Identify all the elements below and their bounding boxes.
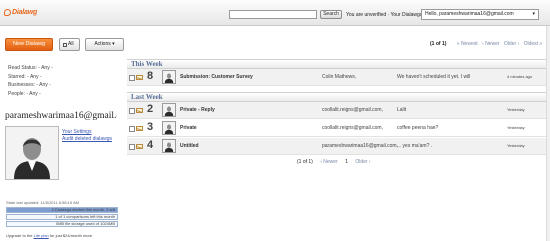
- message-subject[interactable]: Submission: Customer Survey: [180, 74, 253, 80]
- message-time: Yesterday: [507, 125, 525, 130]
- pager-range: (1 of 1): [297, 159, 313, 165]
- usage-bar: 1 of 1 comparisons left this month: [6, 214, 118, 220]
- newest-link[interactable]: « Newest: [457, 41, 478, 47]
- message-preview: coffee peena hae?: [397, 125, 439, 131]
- row-checkbox[interactable]: [129, 108, 135, 114]
- user-silhouette-icon: [164, 106, 174, 116]
- message-subject[interactable]: Untitled: [180, 143, 199, 149]
- user-silhouette-icon: [6, 127, 58, 179]
- upgrade-note: Upgrade to the Lite plan for just $24/mo…: [6, 233, 92, 238]
- row-avatar: [162, 121, 176, 135]
- user-silhouette-icon: [164, 124, 174, 134]
- row-avatar: [162, 70, 176, 84]
- current-page[interactable]: 1: [345, 159, 348, 165]
- your-settings-link[interactable]: Your Settings: [62, 129, 112, 136]
- top-header: Dialawg Search You are unverified · Your…: [0, 0, 550, 26]
- unverified-link[interactable]: You are unverified · Your Dialawgs: [346, 12, 422, 18]
- sidebar-links: Your Settings Audit deleted dialawgs: [62, 129, 112, 143]
- message-time: Yesterday: [507, 107, 525, 112]
- row-avatar: [162, 139, 176, 153]
- upgrade-prefix: Upgrade to the: [6, 233, 34, 238]
- message-row[interactable]: 3 Private coollalit.reigns@gmail.com, co…: [127, 120, 546, 137]
- row-avatar: [162, 103, 176, 117]
- pager-bottom: (1 of 1) ‹ Newer 1 Older ›: [297, 159, 377, 165]
- all-button[interactable]: All: [59, 38, 80, 51]
- actions-button[interactable]: Actions ▾: [85, 38, 124, 51]
- older-link[interactable]: Older ›: [504, 41, 519, 47]
- filters-panel: Read Status: - Any - Starred: - Any - Bu…: [8, 64, 53, 98]
- group-header-this-week: This Week: [127, 59, 546, 69]
- oldest-link[interactable]: Oldest »: [524, 41, 543, 47]
- usage-bar-label: 2 Dialawgs started this month. 5 left: [51, 207, 115, 212]
- usage-bar: 0MB file storage used of 1024MB: [6, 221, 118, 227]
- page-scrollbar[interactable]: [546, 26, 550, 241]
- logo-text: Dialawg: [12, 9, 38, 16]
- state-last-updated: State last updated: 11/5/2011 6:58:15 AM: [6, 200, 80, 205]
- message-subject[interactable]: Private: [180, 125, 197, 131]
- lite-plan-link[interactable]: Lite plan: [34, 233, 49, 238]
- message-subject[interactable]: Private - Reply: [180, 107, 215, 113]
- message-preview: ... yes ma'am? .: [397, 143, 433, 149]
- message-from: parameshwarimaa16@gmail.com,: [322, 143, 398, 149]
- usage-bars: 2 Dialawgs started this month. 5 left 1 …: [6, 207, 118, 228]
- row-checkbox[interactable]: [129, 75, 135, 81]
- new-dialawg-button[interactable]: New Dialawg: [5, 38, 53, 51]
- message-preview: We haven't scheduled it yet. I will: [397, 74, 471, 80]
- speech-bubble-icon: [4, 9, 11, 16]
- avatar: [5, 126, 59, 180]
- newer-link[interactable]: ‹ Newer: [482, 41, 500, 47]
- message-from: coollalit.reigns@gmail.com,: [322, 107, 383, 113]
- chevron-down-icon: ▾: [532, 11, 535, 17]
- sidebar-username: parameshwarimaa16@gmail.com: [5, 111, 117, 121]
- message-row[interactable]: 2 Private - Reply coollalit.reigns@gmail…: [127, 102, 546, 119]
- older-link[interactable]: Older ›: [355, 159, 370, 165]
- row-checkbox[interactable]: [129, 144, 135, 150]
- usage-bar-label: 0MB file storage used of 1024MB: [55, 221, 115, 226]
- user-menu-label: Hello, parameshwarimaa16@gmail.com: [425, 11, 514, 17]
- message-count: 3: [147, 121, 154, 133]
- envelope-icon: [136, 108, 143, 113]
- all-button-label: All: [68, 41, 74, 47]
- user-silhouette-icon: [164, 73, 174, 83]
- filter-businesses[interactable]: Businesses: - Any -: [8, 81, 53, 90]
- newer-link[interactable]: ‹ Newer: [320, 159, 338, 165]
- message-from: Colin Mathews,: [322, 74, 357, 80]
- usage-bar-label: 1 of 1 comparisons left this month: [55, 214, 115, 219]
- usage-bar: 2 Dialawgs started this month. 5 left: [6, 207, 118, 213]
- user-menu[interactable]: Hello, parameshwarimaa16@gmail.com ▾: [421, 9, 539, 20]
- message-from: coollalit.reigns@gmail.com,: [322, 125, 383, 131]
- user-silhouette-icon: [164, 142, 174, 152]
- row-checkbox[interactable]: [129, 126, 135, 132]
- message-count: 8: [147, 70, 154, 82]
- checkbox-icon: [63, 42, 67, 47]
- search-button[interactable]: Search: [320, 10, 342, 19]
- dialawg-logo[interactable]: Dialawg: [4, 8, 37, 17]
- message-time: 4 minutes ago: [507, 74, 533, 79]
- message-count: 2: [147, 103, 154, 115]
- audit-deleted-link[interactable]: Audit deleted dialawgs: [62, 136, 112, 143]
- pager-top: (1 of 1) « Newest ‹ Newer Older › Oldest…: [430, 41, 542, 47]
- message-time: Yesterday: [507, 143, 525, 148]
- filter-people[interactable]: People: - Any -: [8, 90, 53, 99]
- envelope-icon: [136, 75, 143, 80]
- search-input[interactable]: [229, 10, 317, 19]
- filter-starred[interactable]: Starred: - Any -: [8, 73, 53, 82]
- pager-range: (1 of 1): [430, 41, 447, 47]
- message-row[interactable]: 8 Submission: Customer Survey Colin Math…: [127, 69, 546, 86]
- upgrade-suffix: for just $24/month more: [48, 233, 93, 238]
- message-preview: Lalit: [397, 107, 407, 113]
- envelope-icon: [136, 144, 143, 149]
- envelope-icon: [136, 126, 143, 131]
- filter-read-status[interactable]: Read Status: - Any -: [8, 64, 53, 73]
- message-row[interactable]: 4 Untitled parameshwarimaa16@gmail.com, …: [127, 138, 546, 155]
- message-count: 4: [147, 139, 154, 151]
- group-header-last-week: Last Week: [127, 92, 546, 102]
